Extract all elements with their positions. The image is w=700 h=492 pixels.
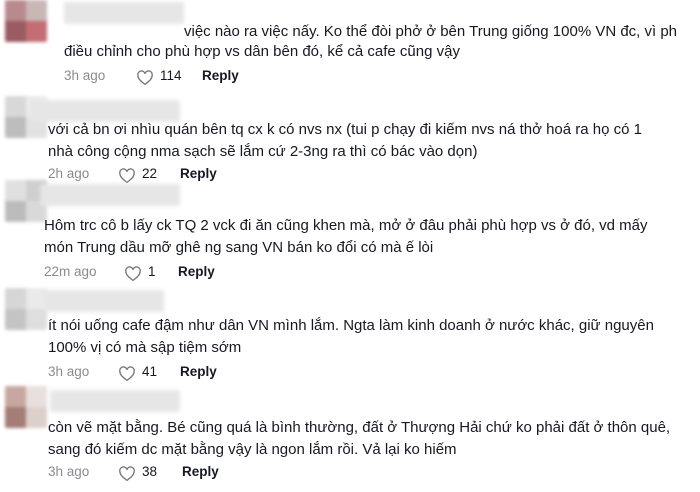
like-count: 1 — [148, 264, 156, 279]
comment-item: với cả bn ơi nhìu quán bên tq cx k có nv… — [0, 96, 700, 188]
comment-time: 3h ago — [64, 68, 106, 83]
reply-button[interactable]: Reply — [178, 264, 215, 279]
comment-text-line: 100% vị có mà sập tiệm sớm — [48, 339, 242, 356]
like-count: 38 — [142, 464, 158, 479]
avatar[interactable] — [5, 0, 47, 42]
comment-text-line: với cả bn ơi nhìu quán bên tq cx k có nv… — [48, 121, 642, 138]
heart-outline-icon[interactable] — [118, 465, 136, 483]
reply-button[interactable]: Reply — [182, 464, 219, 479]
comment-text-line: sang đó kiếm dc mặt bằng vậy là ngon lắm… — [48, 441, 457, 458]
comment-time: 3h ago — [48, 364, 90, 379]
username-redacted — [64, 2, 184, 24]
comment-meta: 3h ago 114 Reply — [64, 68, 324, 88]
reply-button[interactable]: Reply — [202, 68, 239, 83]
heart-outline-icon[interactable] — [118, 365, 136, 383]
like-count: 114 — [160, 68, 182, 83]
comment-item: ít nói uống cafe đậm như dân VN mình lắm… — [0, 286, 700, 382]
comment-text-line: món Trung dầu mỡ ghê ng sang VN bán ko đ… — [44, 239, 434, 256]
reply-button[interactable]: Reply — [180, 364, 217, 379]
username-redacted — [44, 290, 164, 312]
comment-item: việc nào ra việc nấy. Ko thể đòi phở ở b… — [0, 0, 700, 92]
comment-text-line: nhà công cộng nma sạch sẽ lắm cứ 2-3ng r… — [48, 143, 478, 160]
avatar[interactable] — [5, 386, 47, 428]
comment-text-line: điều chỉnh cho phù hợp vs dân bên đó, kể… — [64, 43, 460, 60]
comment-text-line: còn vẽ mặt bằng. Bé cũng quá là bình thư… — [48, 419, 671, 436]
avatar[interactable] — [5, 288, 47, 330]
comment-item: còn vẽ mặt bằng. Bé cũng quá là bình thư… — [0, 386, 700, 490]
heart-outline-icon[interactable] — [136, 69, 154, 87]
comment-meta: 3h ago 38 Reply — [48, 464, 308, 484]
comment-time: 3h ago — [48, 464, 90, 479]
comment-meta: 3h ago 41 Reply — [48, 364, 308, 384]
heart-outline-icon[interactable] — [124, 265, 142, 283]
comment-meta: 22m ago 1 Reply — [44, 264, 304, 284]
comment-text-line: Hôm trc cô b lấy ck TQ 2 vck đi ăn cũng … — [44, 217, 648, 234]
like-count: 41 — [142, 364, 158, 379]
comment-item: Hôm trc cô b lấy ck TQ 2 vck đi ăn cũng … — [0, 178, 700, 282]
username-redacted — [40, 184, 180, 206]
comment-text-line: ít nói uống cafe đậm như dân VN mình lắm… — [48, 317, 654, 334]
comment-time: 22m ago — [44, 264, 97, 279]
username-redacted — [50, 390, 180, 412]
